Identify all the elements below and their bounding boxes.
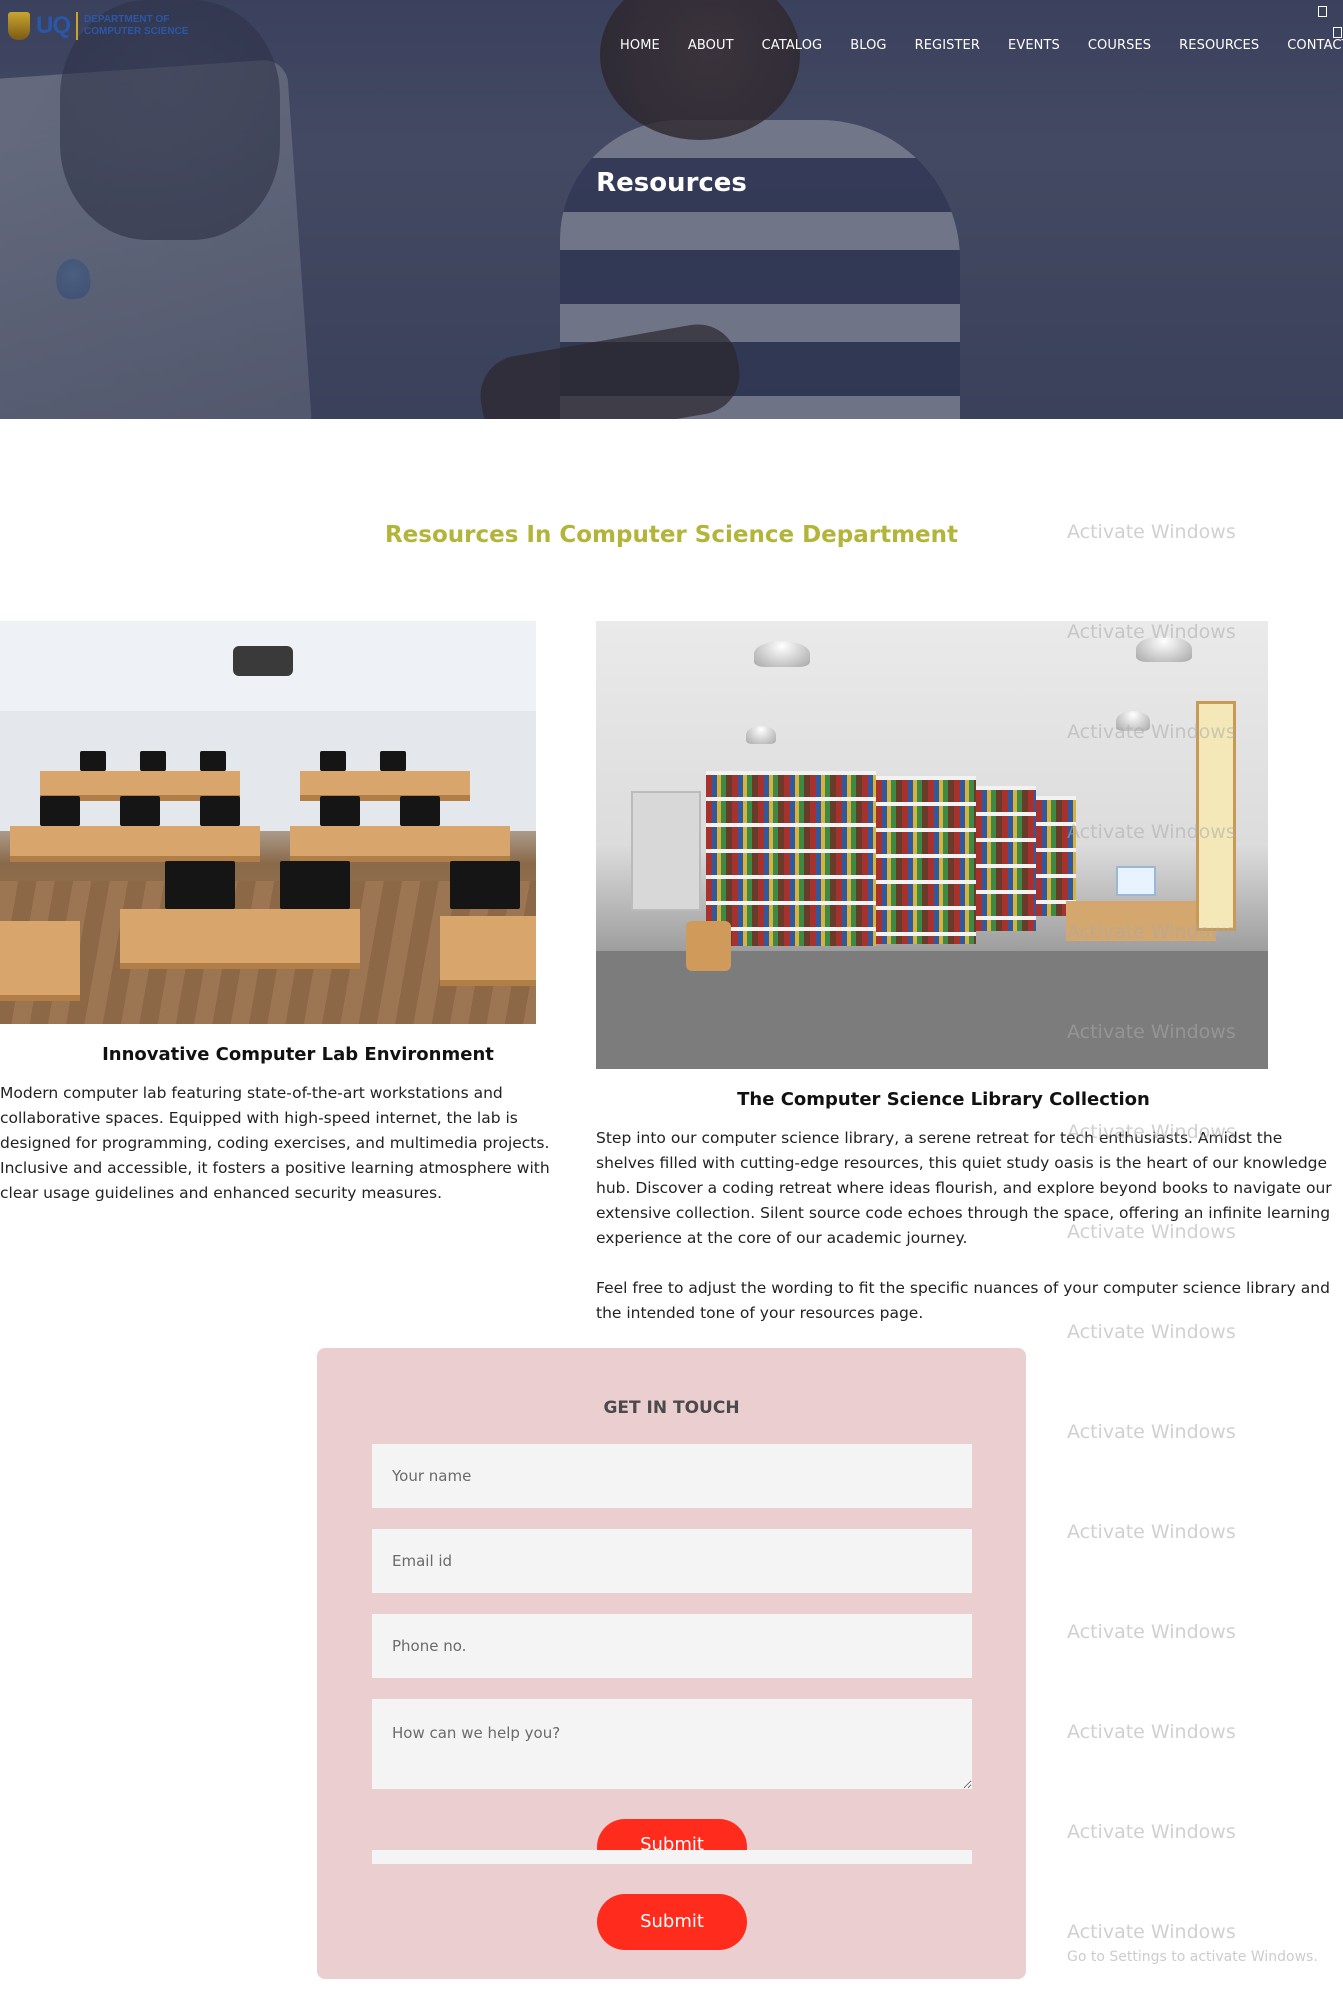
name-field[interactable] (372, 1444, 972, 1508)
window-square-icon[interactable] (1318, 6, 1327, 17)
contact-form: GET IN TOUCH Submit Submit (317, 1348, 1026, 1979)
activate-windows-watermark: Activate Windows (1067, 1521, 1236, 1543)
nav-item-courses[interactable]: COURSES (1074, 38, 1165, 53)
monitor-icon (200, 751, 226, 771)
activate-windows-subtext: Go to Settings to activate Windows. (1067, 1949, 1318, 1965)
activate-windows-watermark: Activate Windows (1067, 1421, 1236, 1443)
crest-icon (8, 12, 30, 40)
textarea-resize-stub[interactable] (372, 1850, 972, 1864)
activate-windows-watermark: Activate Windows (1067, 1221, 1236, 1243)
computer-monitor (1116, 866, 1156, 896)
hero-overlay (0, 0, 1343, 419)
message-field[interactable] (372, 1699, 972, 1789)
hero-banner: UQ Department of Computer Science HOME A… (0, 0, 1343, 419)
activate-windows-watermark: Activate Windows (1067, 1921, 1236, 1943)
monitor-icon (320, 751, 346, 771)
nav-item-resources[interactable]: RESOURCES (1165, 38, 1273, 53)
lab-desk (440, 916, 536, 986)
monitor-icon (320, 796, 360, 826)
library-card-note: Feel free to adjust the wording to fit t… (596, 1279, 1330, 1322)
nav-item-about[interactable]: ABOUT (674, 38, 748, 53)
bookshelf (976, 786, 1036, 931)
monitor-icon (450, 861, 520, 909)
monitor-icon (80, 751, 106, 771)
submit-button[interactable]: Submit (597, 1894, 747, 1950)
brand-line-2: Computer Science (84, 26, 189, 37)
nav-item-home[interactable]: HOME (620, 38, 674, 53)
ceiling-lamp-icon (746, 726, 776, 744)
nav-item-events[interactable]: EVENTS (994, 38, 1074, 53)
monitor-icon (165, 861, 235, 909)
monitor-icon (140, 751, 166, 771)
monitor-icon (400, 796, 440, 826)
activate-windows-watermark: Activate Windows (1067, 721, 1236, 743)
bookshelf (706, 771, 876, 946)
brand-line-1: Department of (84, 14, 170, 25)
library-image (596, 621, 1268, 1069)
activate-windows-watermark: Activate Windows (1067, 1021, 1236, 1043)
main-nav: HOME ABOUT CATALOG BLOG REGISTER EVENTS … (620, 38, 1343, 53)
monitor-icon (380, 751, 406, 771)
activate-windows-watermark: Activate Windows (1067, 521, 1236, 543)
library-card-title: The Computer Science Library Collection (596, 1089, 1343, 1110)
lab-desk (10, 826, 260, 862)
computer-lab-image (0, 621, 536, 1024)
activate-windows-watermark: Activate Windows (1067, 1321, 1236, 1343)
phone-field[interactable] (372, 1614, 972, 1678)
activate-windows-watermark: Activate Windows (1067, 821, 1236, 843)
monitor-icon (280, 861, 350, 909)
lab-card-title: Innovative Computer Lab Environment (102, 1044, 494, 1065)
nav-item-contact[interactable]: CONTACT (1273, 38, 1343, 53)
bookshelf (1036, 796, 1076, 916)
bookshelf (876, 776, 976, 944)
lab-card-text: Modern computer lab featuring state-of-t… (0, 1084, 550, 1202)
brand-short: UQ (36, 12, 71, 39)
site-logo[interactable]: UQ Department of Computer Science (8, 12, 188, 40)
activate-windows-watermark: Activate Windows (1067, 621, 1236, 643)
chair (686, 921, 731, 971)
lab-desk (120, 909, 360, 969)
projector-icon (233, 646, 293, 676)
activate-windows-watermark: Activate Windows (1067, 1821, 1236, 1843)
magazine-rack (631, 791, 701, 911)
lab-desk (0, 921, 80, 1001)
brand-text: Department of Computer Science (84, 14, 188, 38)
window-square-icon[interactable] (1333, 27, 1342, 38)
monitor-icon (120, 796, 160, 826)
email-field[interactable] (372, 1529, 972, 1593)
activate-windows-watermark: Activate Windows (1067, 1621, 1236, 1643)
nav-item-catalog[interactable]: CATALOG (748, 38, 837, 53)
monitor-icon (200, 796, 240, 826)
activate-windows-watermark: Activate Windows (1067, 921, 1236, 943)
form-heading: GET IN TOUCH (603, 1398, 740, 1418)
page-title: Resources (596, 168, 747, 198)
nav-item-register[interactable]: REGISTER (901, 38, 994, 53)
monitor-icon (40, 796, 80, 826)
library-card-title-text: The Computer Science Library Collection (737, 1089, 1150, 1110)
lab-desk (290, 826, 510, 862)
activate-windows-watermark: Activate Windows (1067, 1721, 1236, 1743)
brand-divider (76, 12, 78, 40)
ceiling-lamp-icon (754, 641, 810, 667)
nav-item-blog[interactable]: BLOG (836, 38, 900, 53)
activate-windows-watermark: Activate Windows (1067, 1121, 1236, 1143)
